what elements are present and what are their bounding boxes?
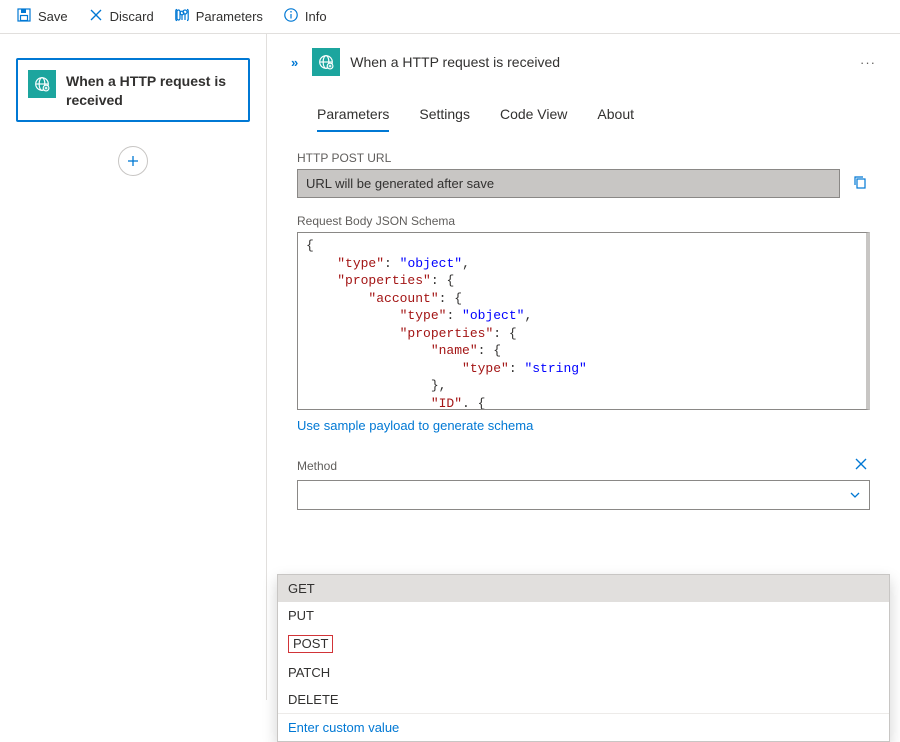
trigger-card[interactable]: When a HTTP request is received: [16, 58, 250, 122]
tab-code-view[interactable]: Code View: [500, 102, 567, 132]
tab-settings[interactable]: Settings: [419, 102, 470, 132]
method-option-get[interactable]: GET: [278, 575, 889, 602]
plus-icon: [125, 153, 141, 169]
close-icon: [854, 457, 868, 471]
method-option-post[interactable]: POST: [278, 629, 889, 659]
add-step-button[interactable]: [118, 146, 148, 176]
save-icon: [16, 7, 32, 26]
http-post-url-field: URL will be generated after save: [297, 169, 840, 198]
http-trigger-icon: [28, 70, 56, 98]
copy-icon: [852, 174, 868, 190]
discard-label: Discard: [110, 9, 154, 24]
expand-panel-icon[interactable]: »: [287, 53, 302, 72]
copy-url-button[interactable]: [850, 172, 870, 195]
top-toolbar: Save Discard Parameters: [0, 0, 900, 34]
info-button[interactable]: Info: [275, 3, 335, 30]
parameters-icon: [174, 7, 190, 26]
method-select[interactable]: [297, 480, 870, 510]
canvas-panel: When a HTTP request is received: [0, 34, 267, 700]
parameters-label: Parameters: [196, 9, 263, 24]
detail-title: When a HTTP request is received: [350, 54, 560, 70]
chevron-down-icon: [849, 489, 861, 501]
schema-textarea[interactable]: { "type": "object", "properties": { "acc…: [297, 232, 870, 410]
http-post-url-label: HTTP POST URL: [297, 151, 870, 165]
detail-panel: » When a HTTP request is received ··· Pa…: [267, 34, 900, 700]
tab-parameters[interactable]: Parameters: [317, 102, 389, 132]
save-label: Save: [38, 9, 68, 24]
method-label: Method: [297, 459, 337, 473]
save-button[interactable]: Save: [8, 3, 76, 30]
info-icon: [283, 7, 299, 26]
http-trigger-icon: [312, 48, 340, 76]
detail-tabs: Parameters Settings Code View About: [287, 102, 880, 133]
method-dropdown: GET PUT POST PATCH DELETE Enter custom v…: [277, 574, 890, 742]
tab-about[interactable]: About: [597, 102, 634, 132]
more-menu-icon[interactable]: ···: [856, 51, 880, 74]
schema-label: Request Body JSON Schema: [297, 214, 870, 228]
remove-method-button[interactable]: [852, 455, 870, 476]
sample-payload-link[interactable]: Use sample payload to generate schema: [297, 418, 533, 433]
info-label: Info: [305, 9, 327, 24]
method-option-custom[interactable]: Enter custom value: [278, 713, 889, 741]
method-option-put[interactable]: PUT: [278, 602, 889, 629]
method-option-patch[interactable]: PATCH: [278, 659, 889, 686]
discard-icon: [88, 7, 104, 26]
parameters-button[interactable]: Parameters: [166, 3, 271, 30]
discard-button[interactable]: Discard: [80, 3, 162, 30]
trigger-title: When a HTTP request is received: [66, 70, 238, 110]
